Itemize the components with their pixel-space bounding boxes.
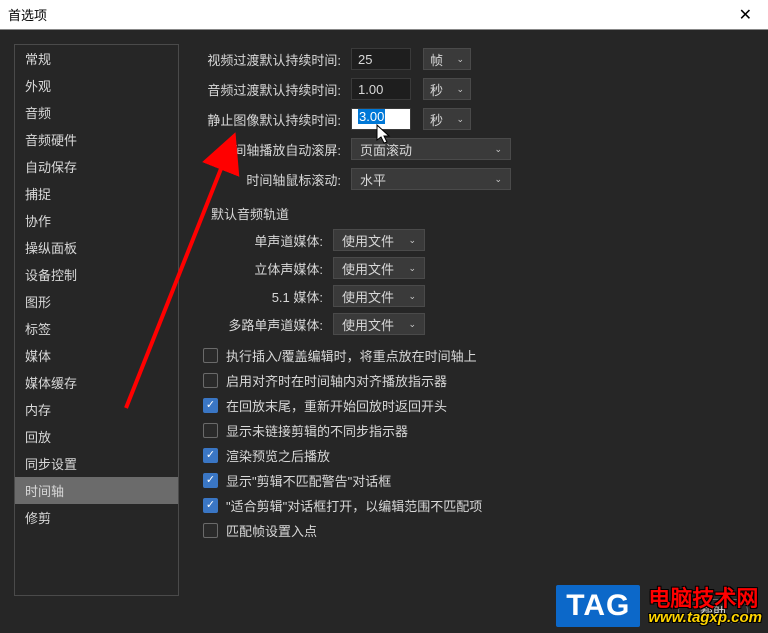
fiveone-label: 5.1 媒体:: [203, 287, 333, 306]
checkbox-row: 显示"剪辑不匹配警告"对话框: [203, 470, 754, 490]
mono-label: 单声道媒体:: [203, 231, 333, 250]
checkbox-label: 在回放末尾，重新开始回放时返回开头: [226, 396, 447, 415]
checkbox-label: 启用对齐时在时间轴内对齐播放指示器: [226, 371, 447, 390]
sidebar-item[interactable]: 回放: [15, 423, 178, 450]
checkbox-row: 启用对齐时在时间轴内对齐播放指示器: [203, 370, 754, 390]
audio-transition-label: 音频过渡默认持续时间:: [195, 80, 351, 99]
checkbox-row: 显示未链接剪辑的不同步指示器: [203, 420, 754, 440]
sidebar-item[interactable]: 图形: [15, 288, 178, 315]
chevron-down-icon: ⌄: [494, 174, 502, 185]
stereo-label: 立体声媒体:: [203, 259, 333, 278]
checkbox[interactable]: [203, 498, 218, 513]
checkbox[interactable]: [203, 398, 218, 413]
window-title: 首选项: [8, 5, 731, 24]
checkbox[interactable]: [203, 423, 218, 438]
sidebar-item[interactable]: 同步设置: [15, 450, 178, 477]
content-area: 常规外观音频音频硬件自动保存捕捉协作操纵面板设备控制图形标签媒体媒体缓存内存回放…: [0, 30, 768, 610]
checkbox-row: 渲染预览之后播放: [203, 445, 754, 465]
sidebar-item[interactable]: 时间轴: [15, 477, 178, 504]
watermark: TAG 电脑技术网 www.tagxp.com: [556, 585, 762, 627]
watermark-cn: 电脑技术网: [648, 587, 762, 610]
audio-transition-unit-select[interactable]: 秒 ⌄: [423, 78, 471, 100]
still-image-input[interactable]: 3.00: [351, 108, 411, 130]
multimono-label: 多路单声道媒体:: [203, 315, 333, 334]
chevron-down-icon: ⌄: [408, 319, 416, 330]
sidebar-item[interactable]: 标签: [15, 315, 178, 342]
chevron-down-icon: ⌄: [456, 84, 464, 95]
still-image-label: 静止图像默认持续时间:: [195, 110, 351, 129]
checkbox-label: 显示未链接剪辑的不同步指示器: [226, 421, 408, 440]
checkbox-label: 执行插入/覆盖编辑时，将重点放在时间轴上: [226, 346, 477, 365]
checkbox[interactable]: [203, 448, 218, 463]
multimono-select[interactable]: 使用文件⌄: [333, 313, 425, 335]
checkbox[interactable]: [203, 473, 218, 488]
sidebar-item[interactable]: 媒体缓存: [15, 369, 178, 396]
settings-pane: 视频过渡默认持续时间: 帧 ⌄ 音频过渡默认持续时间: 秒 ⌄ 静止图像默认持续…: [191, 44, 754, 596]
checkbox[interactable]: [203, 348, 218, 363]
category-sidebar: 常规外观音频音频硬件自动保存捕捉协作操纵面板设备控制图形标签媒体媒体缓存内存回放…: [14, 44, 179, 596]
video-transition-row: 视频过渡默认持续时间: 帧 ⌄: [195, 48, 754, 70]
checkbox-label: 渲染预览之后播放: [226, 446, 330, 465]
chevron-down-icon: ⌄: [494, 144, 502, 155]
close-icon[interactable]: ✕: [731, 5, 760, 25]
playback-autoscroll-row: 时间轴播放自动滚屏: 页面滚动 ⌄: [195, 138, 754, 160]
checkbox-row: 在回放末尾，重新开始回放时返回开头: [203, 395, 754, 415]
default-audio-tracks-group: 默认音频轨道 单声道媒体: 使用文件⌄ 立体声媒体: 使用文件⌄ 5.1 媒体:…: [203, 198, 754, 335]
watermark-logo: TAG: [556, 585, 640, 627]
sidebar-item[interactable]: 设备控制: [15, 261, 178, 288]
checkbox[interactable]: [203, 373, 218, 388]
fiveone-select[interactable]: 使用文件⌄: [333, 285, 425, 307]
sidebar-item[interactable]: 协作: [15, 207, 178, 234]
sidebar-item[interactable]: 音频: [15, 99, 178, 126]
audio-transition-input[interactable]: [351, 78, 411, 100]
checkbox-label: 显示"剪辑不匹配警告"对话框: [226, 471, 391, 490]
sidebar-item[interactable]: 自动保存: [15, 153, 178, 180]
sidebar-item[interactable]: 媒体: [15, 342, 178, 369]
chevron-down-icon: ⌄: [408, 263, 416, 274]
mouse-scroll-label: 时间轴鼠标滚动:: [195, 170, 351, 189]
playback-autoscroll-select[interactable]: 页面滚动 ⌄: [351, 138, 511, 160]
still-image-unit-select[interactable]: 秒 ⌄: [423, 108, 471, 130]
video-transition-input[interactable]: [351, 48, 411, 70]
audio-tracks-title: 默认音频轨道: [203, 204, 754, 223]
checkbox-row: "适合剪辑"对话框打开，以编辑范围不匹配项: [203, 495, 754, 515]
stereo-select[interactable]: 使用文件⌄: [333, 257, 425, 279]
chevron-down-icon: ⌄: [408, 235, 416, 246]
sidebar-item[interactable]: 音频硬件: [15, 126, 178, 153]
chevron-down-icon: ⌄: [408, 291, 416, 302]
sidebar-item[interactable]: 修剪: [15, 504, 178, 531]
checkbox-label: "适合剪辑"对话框打开，以编辑范围不匹配项: [226, 496, 482, 515]
watermark-url: www.tagxp.com: [648, 610, 762, 626]
mono-select[interactable]: 使用文件⌄: [333, 229, 425, 251]
sidebar-item[interactable]: 常规: [15, 45, 178, 72]
checkbox-list: 执行插入/覆盖编辑时，将重点放在时间轴上启用对齐时在时间轴内对齐播放指示器在回放…: [203, 345, 754, 540]
checkbox-row: 匹配帧设置入点: [203, 520, 754, 540]
checkbox-row: 执行插入/覆盖编辑时，将重点放在时间轴上: [203, 345, 754, 365]
sidebar-item[interactable]: 捕捉: [15, 180, 178, 207]
chevron-down-icon: ⌄: [456, 114, 464, 125]
checkbox-label: 匹配帧设置入点: [226, 521, 317, 540]
sidebar-item[interactable]: 内存: [15, 396, 178, 423]
still-image-row: 静止图像默认持续时间: 3.00 秒 ⌄: [195, 108, 754, 130]
sidebar-item[interactable]: 外观: [15, 72, 178, 99]
playback-autoscroll-label: 时间轴播放自动滚屏:: [195, 140, 351, 159]
video-transition-unit-select[interactable]: 帧 ⌄: [423, 48, 471, 70]
checkbox[interactable]: [203, 523, 218, 538]
sidebar-item[interactable]: 操纵面板: [15, 234, 178, 261]
chevron-down-icon: ⌄: [456, 54, 464, 65]
mouse-scroll-row: 时间轴鼠标滚动: 水平 ⌄: [195, 168, 754, 190]
video-transition-label: 视频过渡默认持续时间:: [195, 50, 351, 69]
titlebar: 首选项 ✕: [0, 0, 768, 30]
mouse-scroll-select[interactable]: 水平 ⌄: [351, 168, 511, 190]
audio-transition-row: 音频过渡默认持续时间: 秒 ⌄: [195, 78, 754, 100]
